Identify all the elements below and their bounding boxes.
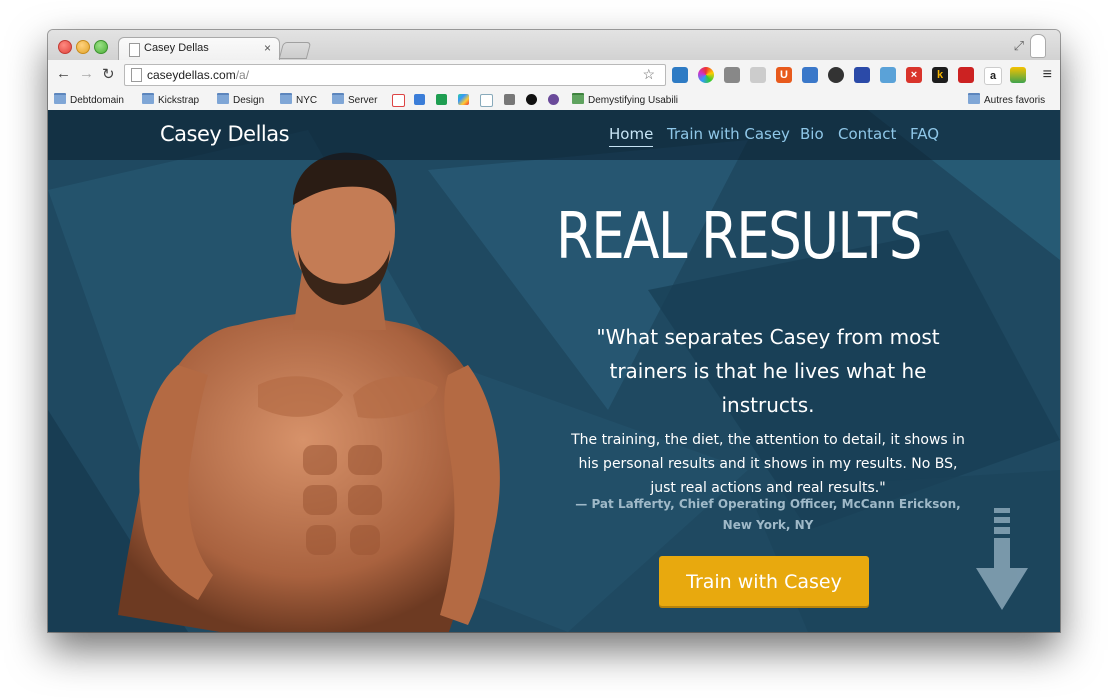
site-brand[interactable]: Casey Dellas [160,122,290,146]
alpha-icon[interactable] [504,94,515,105]
back-icon[interactable]: ← [56,65,71,82]
url-text: caseydellas.com/a/ [147,68,249,82]
bookmark-label: Demystifying Usabili [588,95,679,106]
nav-train-with-casey[interactable]: Train with Casey [667,125,790,143]
window-maximize-button[interactable] [94,40,108,54]
url-path: /a/ [235,68,250,82]
profile-icon[interactable] [1030,34,1046,58]
bookmark-label: Debtdomain [70,95,124,106]
testimonial-attribution: — Pat Lafferty, Chief Operating Officer,… [575,497,961,532]
nav-bio[interactable]: Bio [800,125,824,143]
folder-icon [332,93,344,104]
amazon-icon[interactable] [480,94,493,107]
tab-close-icon[interactable]: × [264,41,271,55]
bookmark-folder[interactable]: Design [217,93,264,106]
nav-faq[interactable]: FAQ [910,125,939,143]
page-icon [131,68,142,82]
folder-icon [968,93,980,104]
color-picker-icon[interactable] [698,67,714,83]
new-tab-button[interactable] [278,42,312,59]
tab-title: Casey Dellas [144,42,209,54]
play-store-icon[interactable] [458,94,469,105]
forward-icon[interactable]: → [79,65,94,82]
bookmark-label: Design [233,95,265,106]
extension-icon[interactable] [958,67,974,83]
bookmark-label: Server [348,95,378,106]
address-bar[interactable]: caseydellas.com/a/ ☆ [124,64,666,86]
calendar-icon[interactable] [414,94,425,105]
extension-icon[interactable] [802,67,818,83]
testimonial-body: The training, the diet, the attention to… [571,432,965,496]
window-minimize-button[interactable] [76,40,90,54]
window-close-button[interactable] [58,40,72,54]
page-icon [129,43,140,57]
bookmark-folder[interactable]: Server [332,93,377,106]
bookmark-folder[interactable]: Kickstrap [142,93,199,106]
gmail-icon[interactable] [392,94,405,107]
scroll-down-arrow-icon[interactable] [972,508,1032,612]
link-icon [572,93,584,104]
eyedropper-icon[interactable] [724,67,740,83]
extension-icon[interactable] [854,67,870,83]
extension-icon[interactable] [672,67,688,83]
extension-icon[interactable]: × [906,67,922,83]
tab-strip: Casey Dellas × ⤢ [48,30,1060,61]
folder-icon [142,93,154,104]
bookmark-label: Autres favoris [984,95,1046,106]
bookmark-folder[interactable]: Autres favoris [968,93,1045,106]
extension-icon[interactable] [750,67,766,83]
nav-contact[interactable]: Contact [838,125,896,143]
menu-icon[interactable]: ≡ [1043,66,1052,84]
folder-icon [280,93,292,104]
reload-icon[interactable]: ↻ [102,65,115,83]
page-content: Casey Dellas Home Train with Casey Bio C… [48,110,1060,632]
extension-icon[interactable] [1010,67,1026,83]
extension-icon[interactable] [880,67,896,83]
nav-home[interactable]: Home [609,125,654,147]
trainer-photo [118,152,500,632]
bookmark-folder[interactable]: Debtdomain [54,93,124,106]
sheets-icon[interactable] [436,94,447,105]
extension-icon[interactable]: U [776,67,792,83]
amazon-icon[interactable]: a [984,67,1002,85]
browser-tab[interactable]: Casey Dellas × [118,37,280,61]
bookmark-label: Kickstrap [158,95,200,106]
browser-window: Casey Dellas × ⤢ ← → ↻ caseydellas.com/a… [48,30,1060,632]
bookmark-folder[interactable]: NYC [280,93,317,106]
train-with-casey-button[interactable]: Train with Casey [659,556,869,606]
bookmarks-bar: Debtdomain Kickstrap Design NYC Server D… [48,90,1060,111]
hero-headline: REAL RESULTS [556,200,923,274]
site-navbar: Casey Dellas Home Train with Casey Bio C… [48,110,1060,160]
folder-icon [217,93,229,104]
peace-icon[interactable] [548,94,559,105]
bookmark-star-icon[interactable]: ☆ [642,66,659,83]
extension-icon[interactable]: k [932,67,948,83]
browser-toolbar: ← → ↻ caseydellas.com/a/ ☆ U × k a ≡ [48,60,1060,91]
gear-icon[interactable] [828,67,844,83]
url-host: caseydellas.com [147,68,236,82]
testimonial-lead: "What separates Casey from most trainers… [596,325,940,417]
fullscreen-icon[interactable]: ⤢ [1014,38,1024,54]
bookmark-link[interactable]: Demystifying Usabili [572,93,678,106]
folder-icon [54,93,66,104]
github-icon[interactable] [526,94,537,105]
bookmark-label: NYC [296,95,318,106]
